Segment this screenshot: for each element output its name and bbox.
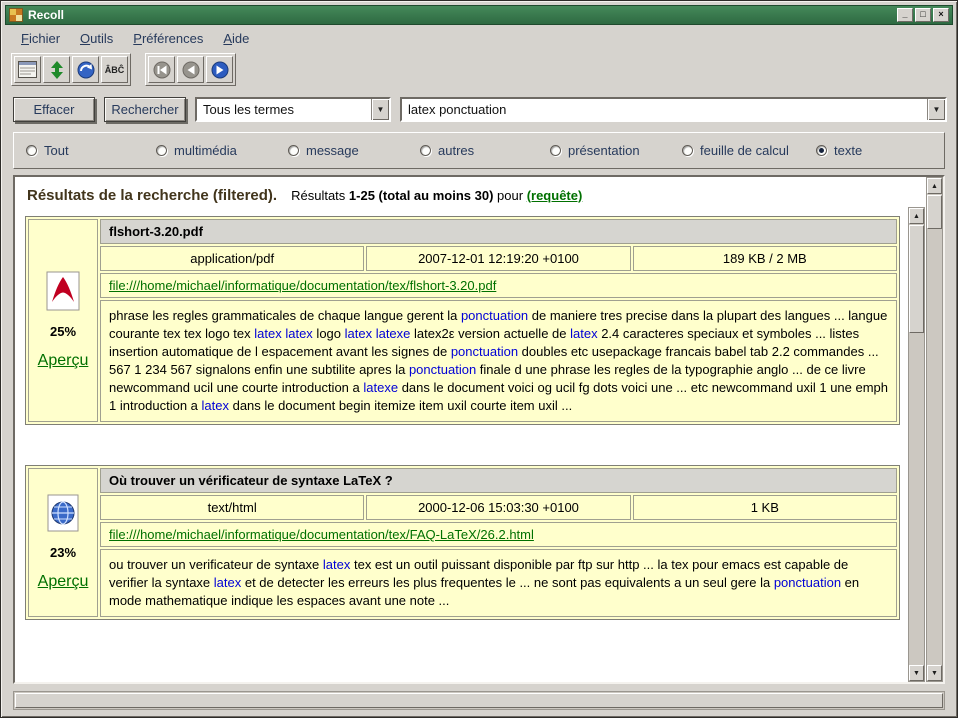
sort-order-icon	[50, 61, 64, 79]
outer-vertical-scrollbar[interactable]: ▲ ▼	[926, 177, 943, 682]
result-snippet: phrase les regles grammaticales de chaqu…	[100, 300, 897, 422]
toolbar-group-main: ÂBĈ	[11, 53, 131, 86]
first-page-button[interactable]	[148, 56, 175, 83]
search-row: Effacer Rechercher Tous les termes ▼ ▼	[5, 91, 953, 130]
filter-autres[interactable]: autres	[420, 143, 550, 158]
radio-icon	[288, 145, 299, 156]
results-title: Résultats de la recherche (filtered).	[27, 187, 277, 204]
results-panel: Résultats de la recherche (filtered).Rés…	[13, 175, 945, 684]
result-meta-row: text/html 2000-12-06 15:03:30 +0100 1 KB	[100, 495, 897, 520]
search-query-combo: ▼	[400, 97, 947, 122]
result-mime: text/html	[100, 495, 364, 520]
reload-icon	[77, 61, 95, 79]
results-list: Résultats de la recherche (filtered).Rés…	[15, 177, 906, 682]
result-size: 1 KB	[633, 495, 897, 520]
clear-search-button[interactable]	[14, 56, 41, 83]
filter-bar: Tout multimédia message autres présentat…	[13, 132, 945, 169]
result-url-link[interactable]: file:///home/michael/informatique/docume…	[109, 278, 496, 293]
scrollbar-thumb[interactable]	[15, 693, 943, 708]
radio-icon	[420, 145, 431, 156]
menubar: Fichier Outils Préférences Aide	[5, 25, 953, 51]
inner-vertical-scrollbar[interactable]: ▲ ▼	[908, 207, 925, 682]
results-range: 1-25 (total au moins 30)	[349, 188, 493, 203]
filter-texte[interactable]: texte	[816, 143, 932, 158]
sort-order-button[interactable]	[43, 56, 70, 83]
scroll-down-icon[interactable]: ▼	[909, 665, 924, 681]
result-size: 189 KB / 2 MB	[633, 246, 897, 271]
menu-fichier[interactable]: Fichier	[13, 29, 68, 48]
relevance-percent: 25%	[50, 324, 76, 339]
preview-link[interactable]: Aperçu	[38, 352, 89, 370]
filter-message[interactable]: message	[288, 143, 420, 158]
maximize-button[interactable]: □	[915, 8, 931, 22]
filter-feuille-de-calcul[interactable]: feuille de calcul	[682, 143, 816, 158]
menu-aide[interactable]: Aide	[215, 29, 257, 48]
scrollbar-thumb[interactable]	[909, 225, 924, 333]
result-title: flshort-3.20.pdf	[100, 219, 897, 244]
toolbar: ÂBĈ	[5, 51, 953, 91]
search-button[interactable]: Rechercher	[104, 97, 186, 122]
radio-icon	[682, 145, 693, 156]
result-item: 25% Aperçu flshort-3.20.pdf application/…	[25, 216, 900, 425]
html-file-icon	[47, 494, 79, 532]
minimize-button[interactable]: _	[897, 8, 913, 22]
titlebar[interactable]: Recoll _ □ ×	[5, 5, 953, 25]
result-meta-row: application/pdf 2007-12-01 12:19:20 +010…	[100, 246, 897, 271]
clear-search-icon	[18, 61, 37, 78]
filter-multimedia[interactable]: multimédia	[156, 143, 288, 158]
next-page-icon	[211, 61, 229, 79]
radio-icon	[816, 145, 827, 156]
recoll-window: Recoll _ □ × Fichier Outils Préférences …	[0, 0, 958, 718]
toolbar-group-nav	[145, 53, 236, 86]
result-item: 23% Aperçu Où trouver un vérificateur de…	[25, 465, 900, 620]
result-title: Où trouver un vérificateur de syntaxe La…	[100, 468, 897, 493]
app-icon	[9, 8, 23, 22]
search-input[interactable]	[402, 99, 927, 120]
filter-presentation[interactable]: présentation	[550, 143, 682, 158]
radio-icon	[550, 145, 561, 156]
result-side: 23% Aperçu	[28, 468, 98, 617]
scroll-up-icon[interactable]: ▲	[909, 208, 924, 224]
menu-preferences[interactable]: Préférences	[125, 29, 211, 48]
filter-tout[interactable]: Tout	[26, 143, 156, 158]
scrollbar-thumb[interactable]	[927, 195, 942, 229]
search-mode-value: Tous les termes	[197, 102, 371, 117]
relevance-percent: 23%	[50, 545, 76, 560]
reload-button[interactable]	[72, 56, 99, 83]
radio-icon	[156, 145, 167, 156]
prev-page-icon	[182, 61, 200, 79]
horizontal-scrollbar[interactable]	[13, 691, 945, 710]
scroll-up-icon[interactable]: ▲	[927, 178, 942, 194]
radio-icon	[26, 145, 37, 156]
pdf-file-icon	[46, 271, 80, 311]
result-main: Où trouver un vérificateur de syntaxe La…	[100, 468, 897, 617]
chevron-down-icon[interactable]: ▼	[927, 99, 945, 120]
prev-page-button[interactable]	[177, 56, 204, 83]
close-button[interactable]: ×	[933, 8, 949, 22]
next-page-button[interactable]	[206, 56, 233, 83]
result-date: 2007-12-01 12:19:20 +0100	[366, 246, 630, 271]
spellcheck-icon: ÂBĈ	[105, 65, 125, 75]
result-url-row: file:///home/michael/informatique/docume…	[100, 273, 897, 298]
first-page-icon	[153, 61, 171, 79]
result-mime: application/pdf	[100, 246, 364, 271]
menu-outils[interactable]: Outils	[72, 29, 121, 48]
window-title: Recoll	[28, 8, 892, 22]
result-url-row: file:///home/michael/informatique/docume…	[100, 522, 897, 547]
result-side: 25% Aperçu	[28, 219, 98, 422]
spellcheck-button[interactable]: ÂBĈ	[101, 56, 128, 83]
clear-button[interactable]: Effacer	[13, 97, 95, 122]
query-link[interactable]: (requête)	[527, 188, 583, 203]
chevron-down-icon[interactable]: ▼	[371, 99, 389, 120]
result-url-link[interactable]: file:///home/michael/informatique/docume…	[109, 527, 534, 542]
search-mode-select[interactable]: Tous les termes ▼	[195, 97, 391, 122]
results-header: Résultats de la recherche (filtered).Rés…	[25, 185, 900, 216]
preview-link[interactable]: Aperçu	[38, 573, 89, 591]
result-main: flshort-3.20.pdf application/pdf 2007-12…	[100, 219, 897, 422]
result-date: 2000-12-06 15:03:30 +0100	[366, 495, 630, 520]
result-snippet: ou trouver un verificateur de syntaxe la…	[100, 549, 897, 617]
scroll-down-icon[interactable]: ▼	[927, 665, 942, 681]
